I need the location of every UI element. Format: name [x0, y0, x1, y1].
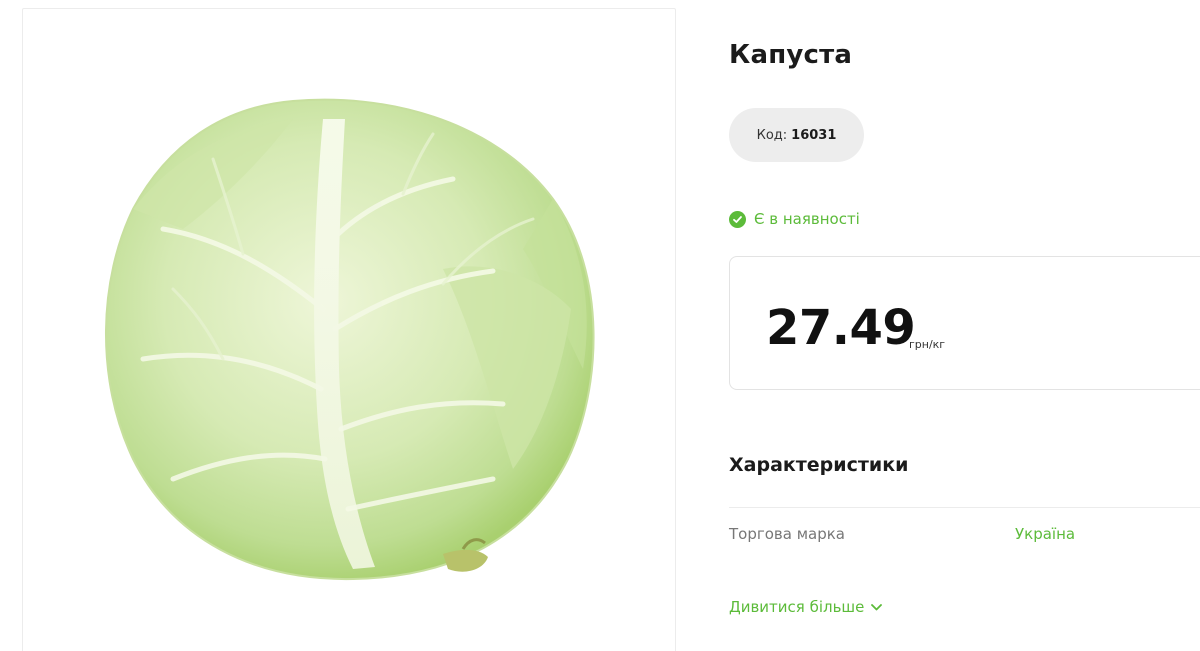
product-page: Капуста Код: 16031 Є в наявності 27.49 г… — [0, 0, 1200, 651]
product-title: Капуста — [729, 40, 853, 70]
product-info: Капуста Код: 16031 Є в наявності 27.49 г… — [729, 0, 1200, 651]
see-more-label: Дивитися більше — [729, 598, 865, 616]
chevron-down-icon — [871, 603, 883, 610]
product-code-value: 16031 — [791, 127, 837, 143]
price-unit: грн/кг — [909, 338, 946, 351]
product-code-badge: Код: 16031 — [729, 108, 864, 162]
check-circle-icon — [729, 210, 746, 228]
characteristics-heading: Характеристики — [729, 454, 909, 476]
price-value: 27.49 — [766, 300, 916, 356]
product-code-label: Код: — [756, 127, 788, 143]
see-more-link[interactable]: Дивитися більше — [729, 598, 883, 616]
price-box: 27.49 грн/кг — [729, 256, 1200, 390]
stock-status: Є в наявності — [729, 210, 860, 228]
characteristics-divider — [729, 507, 1200, 508]
characteristic-label-brand: Торгова марка — [729, 525, 846, 543]
cabbage-image — [105, 98, 595, 581]
stock-status-text: Є в наявності — [754, 210, 860, 228]
product-image-card — [22, 8, 676, 651]
characteristic-value-brand[interactable]: Україна — [1015, 525, 1075, 543]
